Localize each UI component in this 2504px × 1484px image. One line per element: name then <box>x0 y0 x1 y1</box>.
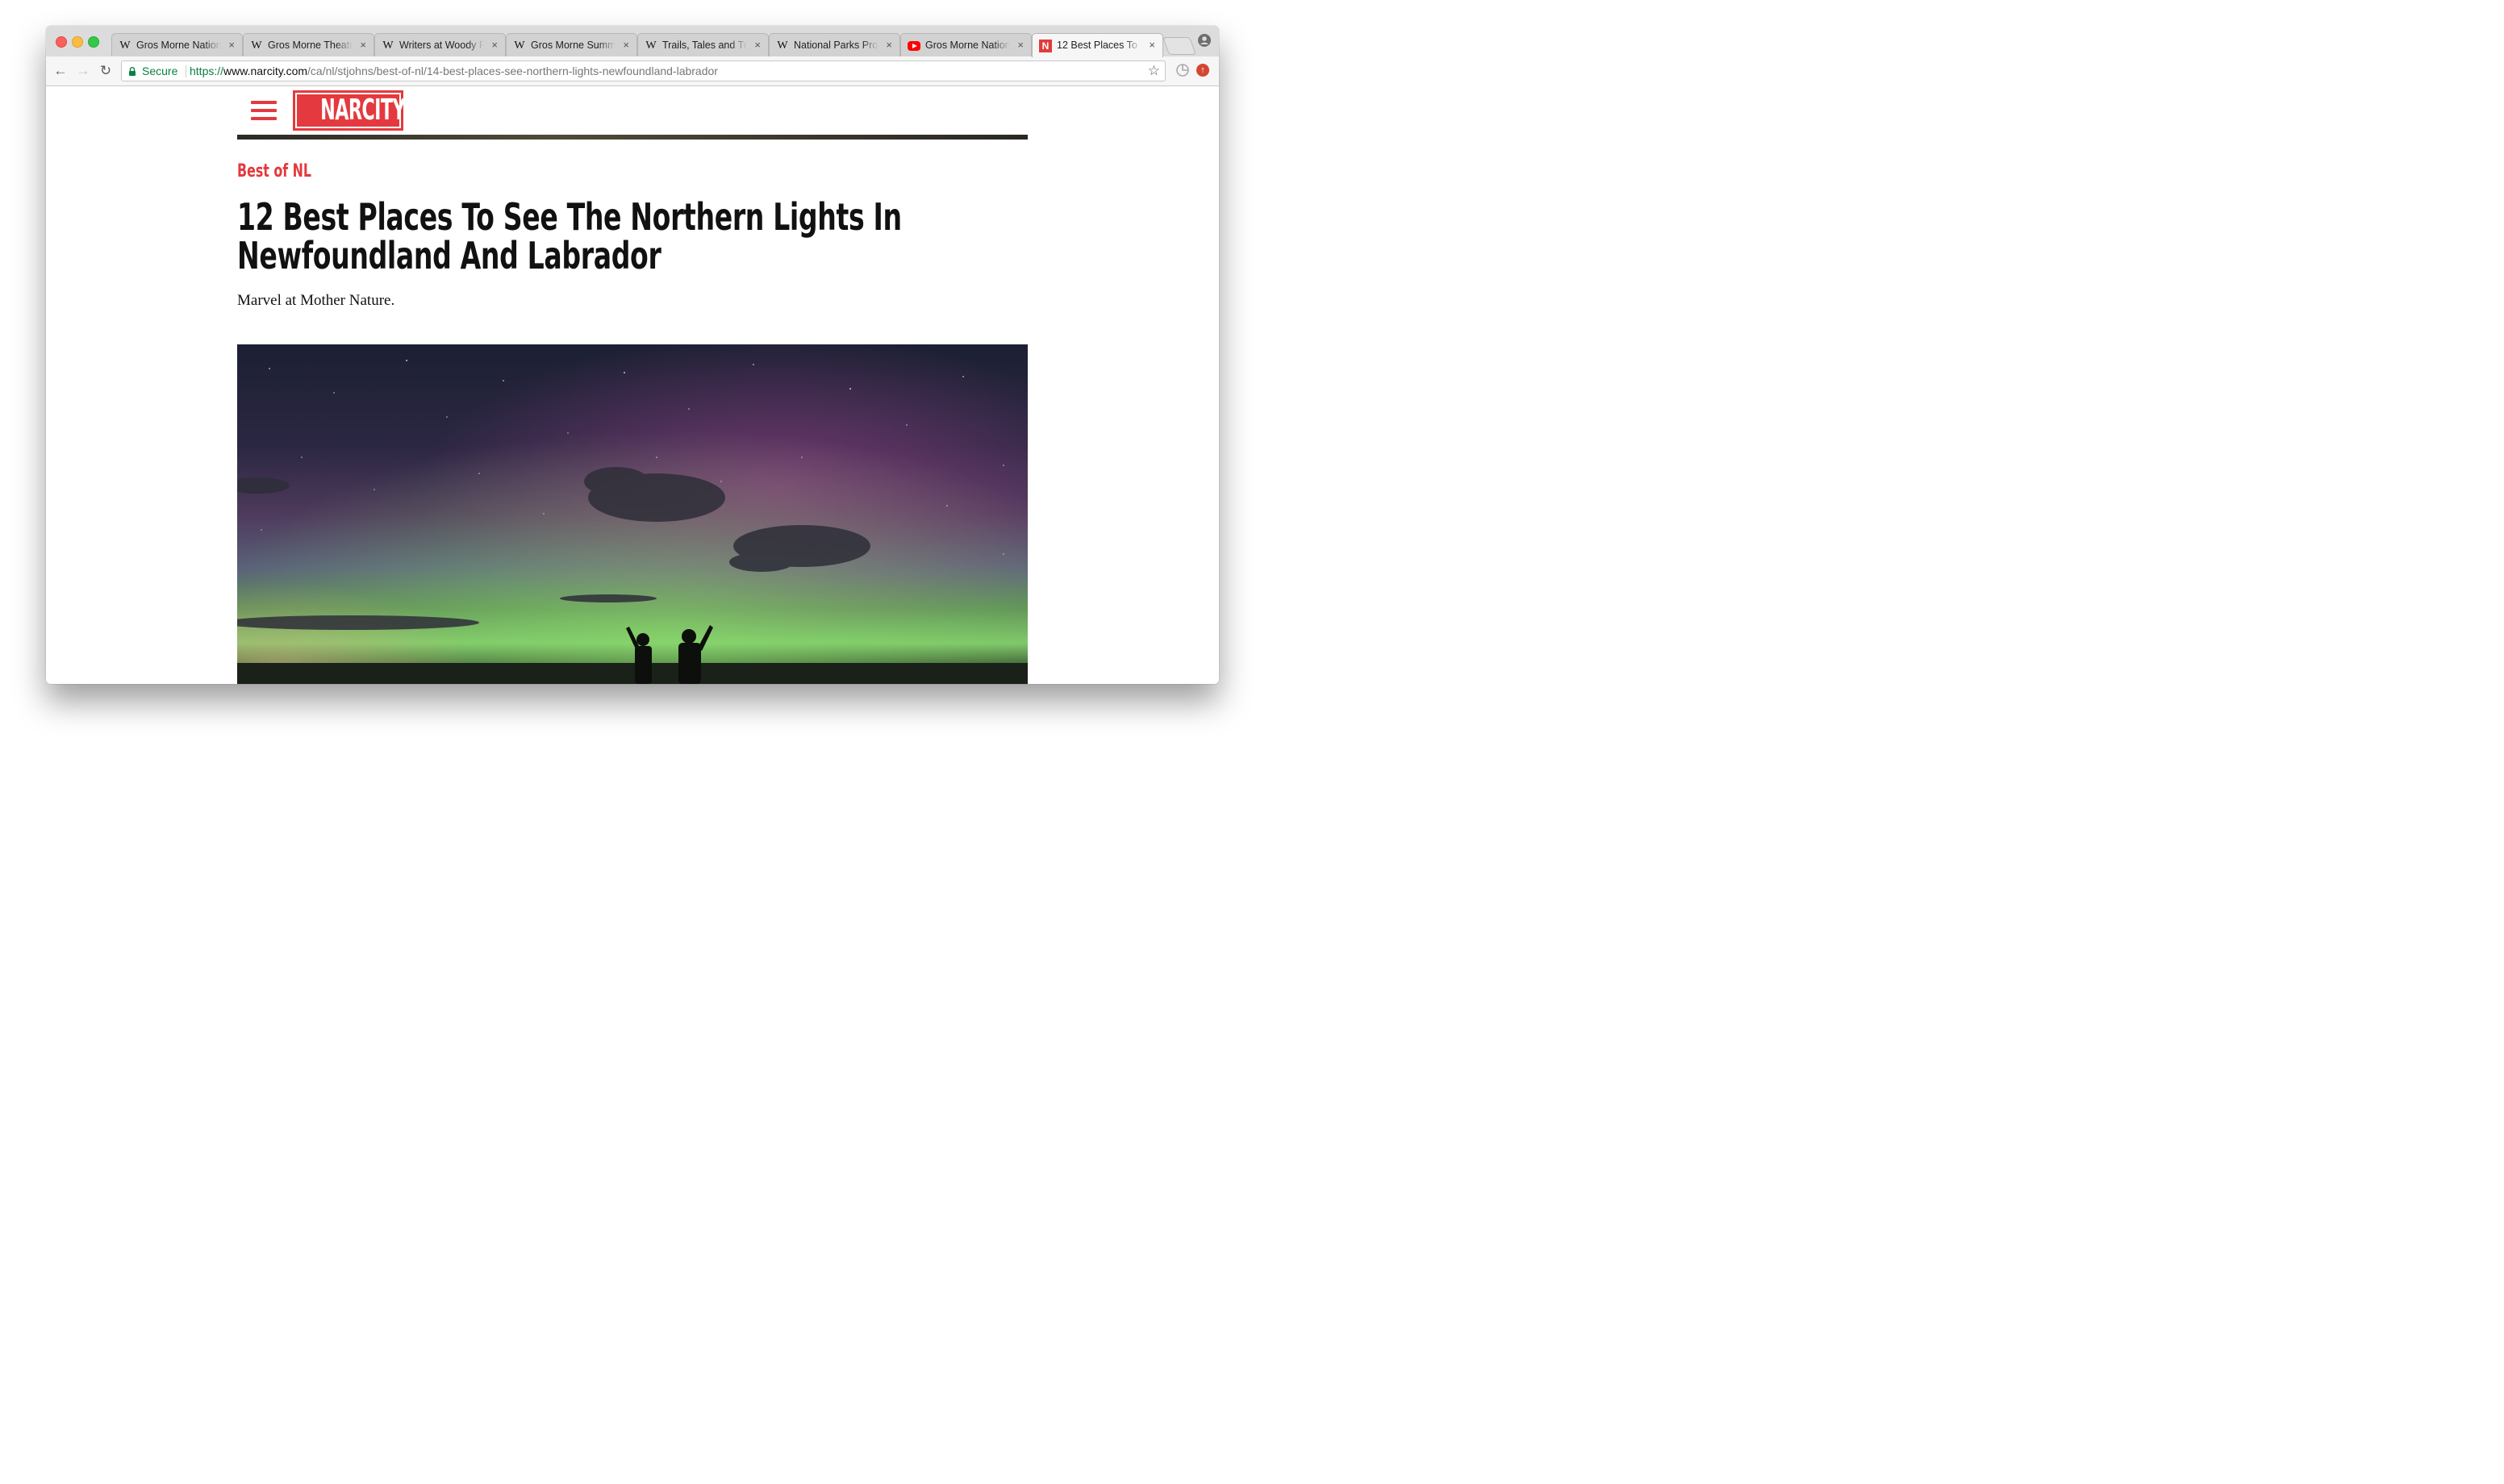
secure-label: Secure <box>142 65 178 77</box>
tab-strip: W Gros Morne National Park × W Gros Morn… <box>46 26 1219 57</box>
tab-title: Writers at Woody Point <box>399 40 484 51</box>
northern-lights-photo <box>237 344 1028 684</box>
url-host: www.narcity.com <box>223 65 308 77</box>
menu-icon[interactable] <box>251 101 277 120</box>
tab-title: Trails, Tales and Tunes <box>662 40 747 51</box>
close-tab-icon[interactable]: × <box>360 39 366 51</box>
tab-title: National Parks Project <box>794 40 878 51</box>
header-image-strip <box>237 135 1028 140</box>
close-tab-icon[interactable]: × <box>754 39 761 51</box>
wikipedia-icon: W <box>514 40 525 52</box>
tab-5[interactable]: W Trails, Tales and Tunes × <box>637 33 769 56</box>
forward-arrow-icon[interactable]: → <box>75 63 91 79</box>
profile-icon[interactable] <box>1198 34 1211 47</box>
window-maximize-button[interactable] <box>88 36 99 48</box>
close-tab-icon[interactable]: × <box>491 39 498 51</box>
tab-3[interactable]: W Writers at Woody Point × <box>374 33 506 56</box>
tab-1[interactable]: W Gros Morne National Park × <box>111 33 243 56</box>
wikipedia-icon: W <box>119 40 131 52</box>
tab-6[interactable]: W National Parks Project × <box>769 33 900 56</box>
wikipedia-icon: W <box>382 40 394 52</box>
article-title: 12 Best Places To See The Northern Light… <box>237 195 902 277</box>
tab-2[interactable]: W Gros Morne Theatre Festival × <box>243 33 374 56</box>
web-page: NARCITY Best of NL 12 Best Places To See… <box>46 86 1219 684</box>
narcity-icon: N <box>1039 40 1052 52</box>
tab-title: 12 Best Places To See <box>1057 40 1141 51</box>
url-path: /ca/nl/stjohns/best-of-nl/14-best-places… <box>307 65 718 77</box>
tab-4[interactable]: W Gros Morne Summer Music × <box>506 33 637 56</box>
url-text: https://www.narcity.com/ca/nl/stjohns/be… <box>190 61 718 81</box>
tab-7[interactable]: Gros Morne National Park × <box>900 33 1032 56</box>
tab-title: Gros Morne Summer Music <box>531 40 616 51</box>
youtube-icon <box>908 41 920 51</box>
back-arrow-icon[interactable]: ← <box>52 63 69 79</box>
lock-icon <box>129 67 136 76</box>
url-scheme: https:// <box>190 65 224 77</box>
window-minimize-button[interactable] <box>72 36 83 48</box>
close-tab-icon[interactable]: × <box>1149 39 1155 51</box>
article-subtitle: Marvel at Mother Nature. <box>237 292 395 309</box>
tab-title: Gros Morne National Park <box>136 40 221 51</box>
tab-title: Gros Morne Theatre Festival <box>268 40 353 51</box>
close-tab-icon[interactable]: × <box>1017 39 1024 51</box>
site-logo[interactable]: NARCITY <box>293 90 406 131</box>
browser-toolbar: ← → ↻ Secure https://www.narcity.com/ca/… <box>46 56 1219 86</box>
reload-icon[interactable]: ↻ <box>98 63 114 79</box>
browser-window: W Gros Morne National Park × W Gros Morn… <box>46 26 1219 684</box>
article-category-link[interactable]: Best of NL <box>237 161 311 181</box>
tab-8-active[interactable]: N 12 Best Places To See × <box>1032 33 1163 57</box>
close-tab-icon[interactable]: × <box>886 39 892 51</box>
bookmark-star-icon[interactable]: ☆ <box>1148 61 1160 81</box>
logo-text: NARCITY <box>320 94 406 127</box>
tab-title: Gros Morne National Park <box>925 40 1010 51</box>
wikipedia-icon: W <box>645 40 657 52</box>
upload-extension-icon[interactable]: ↑ <box>1196 64 1209 77</box>
wikipedia-icon: W <box>777 40 788 52</box>
address-bar[interactable]: Secure https://www.narcity.com/ca/nl/stj… <box>121 60 1166 81</box>
window-close-button[interactable] <box>56 36 67 48</box>
extension-icon[interactable] <box>1175 63 1190 77</box>
close-tab-icon[interactable]: × <box>228 39 235 51</box>
new-tab-button[interactable] <box>1162 37 1197 55</box>
close-tab-icon[interactable]: × <box>623 39 629 51</box>
wikipedia-icon: W <box>251 40 262 52</box>
